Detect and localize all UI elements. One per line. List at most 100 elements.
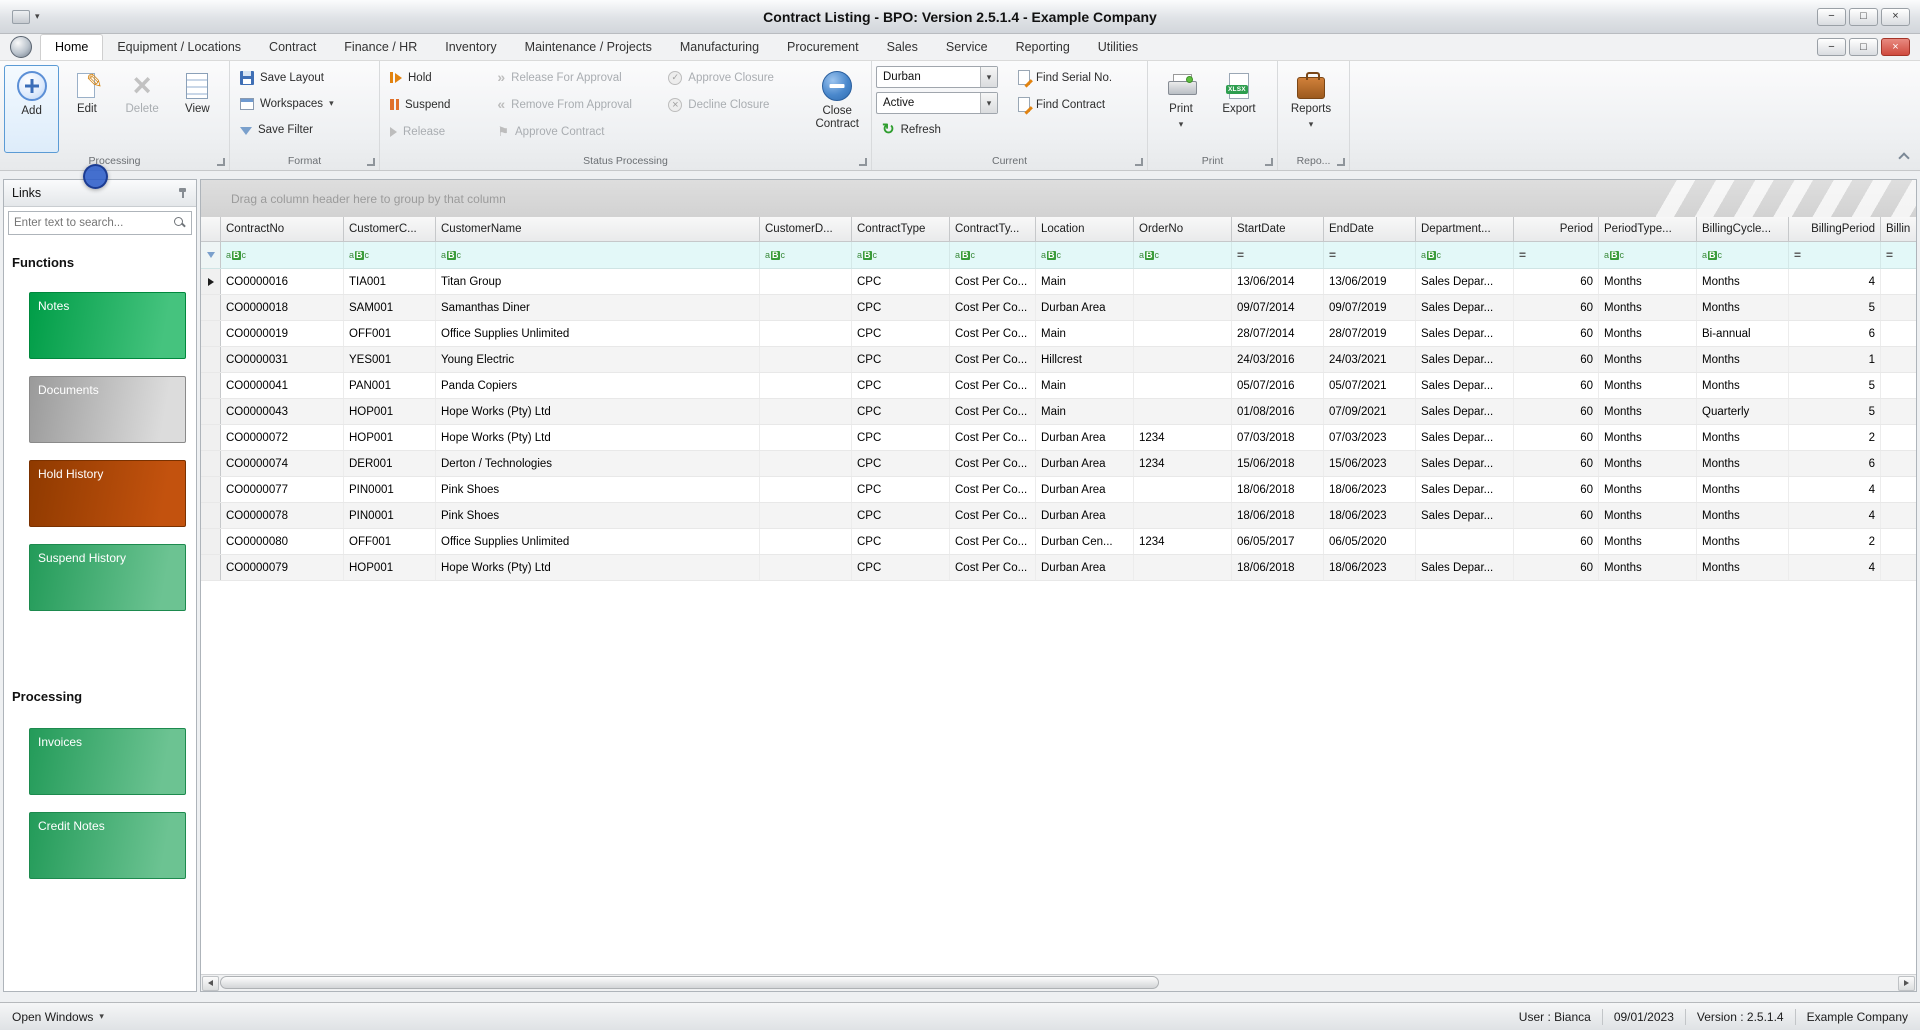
approve-closure-button[interactable]: Approve Closure [662, 65, 803, 90]
sidebar-link-documents[interactable]: Documents [29, 376, 186, 443]
filter-cell-billin[interactable]: = [1881, 242, 1916, 268]
collapse-ribbon-icon[interactable] [1898, 152, 1910, 164]
release-button[interactable]: Release [384, 119, 487, 144]
decline-closure-button[interactable]: Decline Closure [662, 92, 803, 117]
filter-cell-orderno[interactable]: aBc [1134, 242, 1232, 268]
column-header-periodtype[interactable]: PeriodType... [1599, 217, 1697, 241]
column-header-orderno[interactable]: OrderNo [1134, 217, 1232, 241]
tab-contract[interactable]: Contract [255, 35, 330, 60]
filter-cell-period[interactable]: = [1514, 242, 1599, 268]
dialog-launcher-icon[interactable] [217, 158, 225, 166]
print-button[interactable]: Print ▾ [1152, 65, 1210, 153]
quick-access-toolbar[interactable]: ▾ [0, 9, 40, 24]
filter-cell-department[interactable]: aBc [1416, 242, 1514, 268]
tab-equipment-locations[interactable]: Equipment / Locations [103, 35, 255, 60]
suspend-button[interactable]: Suspend [384, 92, 487, 117]
sidebar-link-notes[interactable]: Notes [29, 292, 186, 359]
scrollbar-thumb[interactable] [220, 976, 1160, 989]
filter-cell-periodtype[interactable]: aBc [1599, 242, 1697, 268]
column-header-customername[interactable]: CustomerName [436, 217, 760, 241]
grid-row-co0000043[interactable]: CO0000043 HOP001 Hope Works (Pty) Ltd CPC Co… [201, 399, 1916, 425]
mdi-restore-button[interactable]: □ [1849, 38, 1878, 56]
filter-cell-billingcycle[interactable]: aBc [1697, 242, 1789, 268]
filter-cell-customerd[interactable]: aBc [760, 242, 852, 268]
status-filter-dropdown-icon[interactable]: ▾ [980, 93, 997, 113]
column-header-enddate[interactable]: EndDate [1324, 217, 1416, 241]
mdi-close-button[interactable]: × [1881, 38, 1910, 56]
column-header-contractty[interactable]: ContractTy... [950, 217, 1036, 241]
reports-button[interactable]: Reports ▾ [1282, 65, 1340, 153]
dialog-launcher-icon[interactable] [859, 158, 867, 166]
tab-manufacturing[interactable]: Manufacturing [666, 35, 773, 60]
find-contract-button[interactable]: Find Contract [1012, 92, 1140, 117]
filter-cell-startdate[interactable]: = [1232, 242, 1324, 268]
grid-row-co0000019[interactable]: CO0000019 OFF001 Office Supplies Unlimited… [201, 321, 1916, 347]
grid-row-co0000074[interactable]: CO0000074 DER001 Derton / Technologies CPC C… [201, 451, 1916, 477]
column-header-billingcycle[interactable]: BillingCycle... [1697, 217, 1789, 241]
application-icon[interactable] [10, 36, 32, 58]
sidebar-search-input[interactable] [14, 217, 174, 229]
tab-finance-hr[interactable]: Finance / HR [330, 35, 431, 60]
filter-cell-billingperiod[interactable]: = [1789, 242, 1881, 268]
grid-row-co0000080[interactable]: CO0000080 OFF001 Office Supplies Unlimited… [201, 529, 1916, 555]
close-button[interactable]: × [1881, 7, 1910, 26]
grid-row-co0000079[interactable]: CO0000079 HOP001 Hope Works (Pty) Ltd CPC Co… [201, 555, 1916, 581]
dialog-launcher-icon[interactable] [1337, 158, 1345, 166]
open-windows-button[interactable]: Open Windows ▾ [12, 1010, 104, 1024]
hold-button[interactable]: Hold [384, 65, 487, 90]
filter-cell-customerc[interactable]: aBc [344, 242, 436, 268]
remove-from-approval-button[interactable]: Remove From Approval [491, 92, 658, 117]
release-for-approval-button[interactable]: Release For Approval [491, 65, 658, 90]
grid-row-co0000078[interactable]: CO0000078 PIN0001 Pink Shoes CPC Cost Per Co… [201, 503, 1916, 529]
scroll-left-icon[interactable] [202, 975, 219, 991]
filter-cell-contractty[interactable]: aBc [950, 242, 1036, 268]
filter-cell-contractno[interactable]: aBc [221, 242, 344, 268]
column-header-contractno[interactable]: ContractNo [221, 217, 344, 241]
column-header-contracttype[interactable]: ContractType [852, 217, 950, 241]
filter-cell-enddate[interactable]: = [1324, 242, 1416, 268]
grid-row-co0000072[interactable]: CO0000072 HOP001 Hope Works (Pty) Ltd CPC Co… [201, 425, 1916, 451]
edit-button[interactable]: Edit [59, 65, 114, 153]
sidebar-link-credit-notes[interactable]: Credit Notes [29, 812, 186, 879]
column-header-billin[interactable]: Billin [1881, 217, 1916, 241]
dialog-launcher-icon[interactable] [367, 158, 375, 166]
tab-reporting[interactable]: Reporting [1002, 35, 1084, 60]
column-header-billingperiod[interactable]: BillingPeriod [1789, 217, 1881, 241]
pin-icon[interactable] [177, 187, 188, 199]
filter-cell-contracttype[interactable]: aBc [852, 242, 950, 268]
tab-home[interactable]: Home [40, 34, 104, 60]
column-header-period[interactable]: Period [1514, 217, 1599, 241]
tab-inventory[interactable]: Inventory [431, 35, 510, 60]
approve-contract-button[interactable]: Approve Contract [491, 119, 658, 144]
grid-row-co0000077[interactable]: CO0000077 PIN0001 Pink Shoes CPC Cost Per Co… [201, 477, 1916, 503]
site-filter-dropdown-icon[interactable]: ▾ [980, 67, 997, 87]
column-header-startdate[interactable]: StartDate [1232, 217, 1324, 241]
group-by-bar[interactable]: Drag a column header here to group by th… [201, 180, 1916, 217]
tab-maintenance-projects[interactable]: Maintenance / Projects [511, 35, 666, 60]
tab-utilities[interactable]: Utilities [1084, 35, 1152, 60]
filter-cell-customername[interactable]: aBc [436, 242, 760, 268]
delete-button[interactable]: Delete [115, 65, 170, 153]
tab-service[interactable]: Service [932, 35, 1002, 60]
close-contract-button[interactable]: Close Contract [807, 65, 867, 153]
column-header-customerd[interactable]: CustomerD... [760, 217, 852, 241]
sidebar-link-suspend-history[interactable]: Suspend History [29, 544, 186, 611]
save-filter-button[interactable]: Save Filter [234, 117, 375, 142]
search-icon[interactable] [174, 217, 186, 229]
mdi-minimize-button[interactable]: − [1817, 38, 1846, 56]
minimize-button[interactable]: − [1817, 7, 1846, 26]
scrollbar-track[interactable] [220, 975, 1897, 991]
refresh-button[interactable]: Refresh [876, 117, 1004, 142]
status-filter-select[interactable]: Active ▾ [876, 92, 998, 114]
scroll-right-icon[interactable] [1898, 975, 1915, 991]
column-header-customerc[interactable]: CustomerC... [344, 217, 436, 241]
workspaces-button[interactable]: Workspaces ▾ [234, 91, 375, 116]
sidebar-link-invoices[interactable]: Invoices [29, 728, 186, 795]
grid-row-co0000031[interactable]: CO0000031 YES001 Young Electric CPC Cost Per… [201, 347, 1916, 373]
find-serial-button[interactable]: Find Serial No. [1012, 65, 1140, 90]
dialog-launcher-icon[interactable] [1265, 158, 1273, 166]
grid-row-co0000018[interactable]: CO0000018 SAM001 Samanthas Diner CPC Cost Pe… [201, 295, 1916, 321]
dialog-launcher-icon[interactable] [1135, 158, 1143, 166]
tab-sales[interactable]: Sales [873, 35, 932, 60]
filter-cell-location[interactable]: aBc [1036, 242, 1134, 268]
